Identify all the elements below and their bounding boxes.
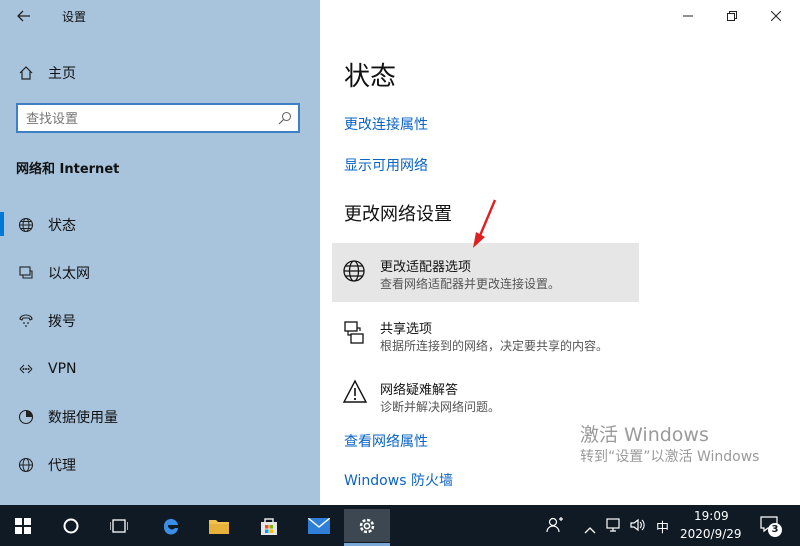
start-button[interactable] bbox=[0, 509, 46, 542]
sidebar: 设置 主页 网络和 Internet 状态 以太网 拨号 V bbox=[0, 0, 320, 505]
home-icon bbox=[16, 63, 36, 83]
page-title: 状态 bbox=[344, 62, 397, 92]
cortana-circle-icon bbox=[63, 518, 79, 533]
minimize-button[interactable] bbox=[670, 4, 706, 28]
network-tray-button[interactable] bbox=[606, 517, 622, 537]
taskbar: 中 19:09 2020/9/29 3 bbox=[0, 505, 800, 546]
sidebar-item-data-usage[interactable]: 数据使用量 bbox=[0, 397, 320, 437]
sidebar-section-title: 网络和 Internet bbox=[16, 162, 120, 177]
volume-tray-button[interactable] bbox=[630, 517, 646, 537]
people-icon bbox=[546, 517, 563, 533]
option-title: 网络疑难解答 bbox=[380, 383, 459, 398]
sidebar-item-label: 以太网 bbox=[48, 266, 90, 282]
people-button[interactable] bbox=[546, 517, 564, 537]
windows-firewall-link[interactable]: Windows 防火墙 bbox=[344, 470, 453, 490]
window-title: 设置 bbox=[62, 10, 87, 24]
search-box[interactable] bbox=[16, 103, 300, 133]
change-connection-properties-link[interactable]: 更改连接属性 bbox=[344, 114, 428, 134]
mail-button[interactable] bbox=[296, 509, 342, 542]
sidebar-item-label: 状态 bbox=[48, 218, 76, 234]
adapter-globe-icon bbox=[342, 259, 368, 289]
close-icon bbox=[771, 11, 781, 21]
store-bag-icon bbox=[261, 517, 277, 535]
option-description: 查看网络适配器并更改连接设置。 bbox=[380, 277, 561, 291]
restore-button[interactable] bbox=[714, 4, 750, 28]
troubleshoot-item[interactable]: 网络疑难解答 诊断并解决网络问题。 bbox=[332, 367, 639, 422]
action-center-button[interactable]: 3 bbox=[760, 515, 782, 537]
activation-watermark-title: 激活 Windows bbox=[580, 424, 709, 446]
sidebar-item-label: 主页 bbox=[48, 66, 76, 82]
edge-icon bbox=[163, 518, 178, 535]
main-content: 状态 更改连接属性 显示可用网络 更改网络设置 更改适配器选项 查看网络适配器并… bbox=[320, 0, 800, 505]
restore-icon bbox=[727, 11, 737, 21]
proxy-globe-icon bbox=[16, 455, 36, 475]
cortana-button[interactable] bbox=[48, 509, 94, 542]
sidebar-item-home[interactable]: 主页 bbox=[0, 53, 320, 93]
warning-icon bbox=[342, 379, 368, 409]
show-available-networks-link[interactable]: 显示可用网络 bbox=[344, 155, 428, 175]
activation-watermark-subtitle: 转到“设置”以激活 Windows bbox=[580, 449, 760, 465]
folder-icon bbox=[209, 519, 229, 534]
mail-icon bbox=[308, 517, 330, 534]
sidebar-item-proxy[interactable]: 代理 bbox=[0, 445, 320, 485]
chevron-up-icon bbox=[584, 527, 596, 534]
sidebar-item-label: 数据使用量 bbox=[48, 410, 118, 426]
sharing-options-item[interactable]: 共享选项 根据所连接到的网络，决定要共享的内容。 bbox=[332, 305, 639, 364]
sidebar-item-dialup[interactable]: 拨号 bbox=[0, 301, 320, 341]
clock-date[interactable]: 2020/9/29 bbox=[680, 527, 742, 541]
settings-taskbar-button[interactable] bbox=[344, 509, 390, 542]
phone-dial-icon bbox=[16, 311, 36, 331]
windows-logo-icon bbox=[15, 517, 31, 534]
monitor-icon bbox=[16, 263, 36, 283]
option-description: 根据所连接到的网络，决定要共享的内容。 bbox=[380, 339, 609, 353]
vpn-icon bbox=[16, 359, 36, 379]
annotation-arrow bbox=[473, 199, 497, 248]
sidebar-item-vpn[interactable]: VPN bbox=[0, 349, 320, 389]
gear-icon bbox=[359, 518, 375, 533]
section-title: 更改网络设置 bbox=[344, 204, 452, 225]
back-button[interactable] bbox=[8, 4, 40, 28]
clock-time[interactable]: 19:09 bbox=[694, 509, 729, 523]
back-arrow-icon bbox=[17, 10, 30, 22]
option-description: 诊断并解决网络问题。 bbox=[380, 400, 501, 414]
globe-icon bbox=[16, 215, 36, 235]
speaker-icon bbox=[630, 518, 645, 532]
file-explorer-button[interactable] bbox=[196, 509, 242, 542]
option-title: 共享选项 bbox=[380, 322, 433, 337]
task-view-button[interactable] bbox=[96, 509, 142, 542]
search-input[interactable] bbox=[24, 109, 268, 129]
ime-indicator[interactable]: 中 bbox=[656, 517, 669, 536]
adapter-options-item[interactable]: 更改适配器选项 查看网络适配器并更改连接设置。 bbox=[332, 243, 639, 302]
show-hidden-icons-button[interactable] bbox=[584, 519, 596, 538]
option-title: 更改适配器选项 bbox=[380, 260, 472, 275]
edge-browser-button[interactable] bbox=[148, 509, 194, 542]
sidebar-item-status[interactable]: 状态 bbox=[0, 205, 320, 245]
task-view-icon bbox=[110, 518, 128, 533]
sidebar-item-label: 代理 bbox=[48, 458, 76, 474]
sidebar-item-ethernet[interactable]: 以太网 bbox=[0, 253, 320, 293]
close-button[interactable] bbox=[758, 4, 794, 28]
search-icon bbox=[278, 110, 292, 129]
notification-count-badge: 3 bbox=[768, 523, 782, 537]
view-network-properties-link[interactable]: 查看网络属性 bbox=[344, 431, 428, 451]
network-monitor-icon bbox=[606, 518, 620, 532]
sidebar-item-label: VPN bbox=[48, 361, 77, 377]
sidebar-item-label: 拨号 bbox=[48, 314, 76, 330]
store-button[interactable] bbox=[246, 509, 292, 542]
data-usage-icon bbox=[16, 407, 36, 427]
sharing-icon bbox=[342, 319, 368, 351]
minimize-icon bbox=[683, 15, 693, 17]
